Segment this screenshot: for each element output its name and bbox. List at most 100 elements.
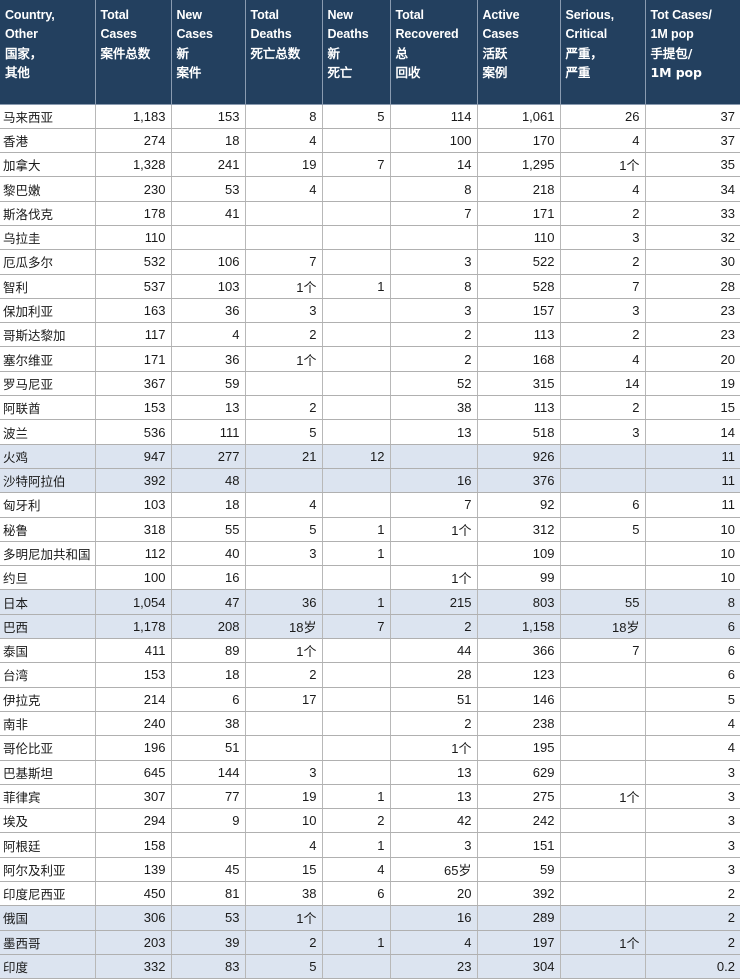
cell-total_deaths[interactable]: 2 [245,322,323,348]
cell-new_deaths[interactable]: 2 [322,808,391,834]
cell-new_cases[interactable]: 153 [171,104,246,129]
cell-active_cases[interactable]: 242 [477,808,561,834]
cell-active_cases[interactable]: 113 [477,395,561,421]
cell-total_recovered[interactable]: 13 [390,784,478,810]
cell-total_deaths[interactable] [245,371,323,397]
cell-total_deaths[interactable]: 7 [245,249,323,275]
cell-new_cases[interactable]: 40 [171,541,246,567]
cell-total_cases[interactable]: 645 [95,760,172,785]
cell-total_cases[interactable]: 103 [95,492,172,518]
cell-tot_cases_per_1m[interactable]: 28 [645,274,740,299]
table-row[interactable]: 伊拉克 214 6 17 51 146 5 [0,687,740,712]
cell-tot_cases_per_1m[interactable]: 6 [645,638,740,664]
cell-tot_cases_per_1m[interactable]: 6 [645,662,740,688]
cell-country[interactable]: 南非 [0,711,96,737]
cell-new_deaths[interactable] [322,249,391,275]
cell-total_deaths[interactable] [245,225,323,251]
cell-new_deaths[interactable] [322,298,391,324]
column-header-tot_cases_per_1m[interactable]: Tot Cases/1M pop 手提包/1M pop [645,0,740,105]
cell-total_recovered[interactable]: 3 [390,249,478,275]
cell-total_recovered[interactable]: 215 [390,589,478,615]
cell-country[interactable]: 阿尔及利亚 [0,857,96,883]
cell-new_deaths[interactable]: 1 [322,517,391,542]
column-header-total_recovered[interactable]: Total Recovered 总回收 [390,0,478,105]
table-row[interactable]: 马来西亚 1,183 153 8 5 114 1,061 26 37 [0,104,740,129]
cell-total_cases[interactable]: 171 [95,346,172,372]
cell-new_cases[interactable]: 208 [171,614,246,640]
table-row[interactable]: 塞尔维亚 171 36 1个 2 168 4 20 [0,346,740,372]
cell-total_deaths[interactable]: 19 [245,784,323,810]
cell-tot_cases_per_1m[interactable]: 23 [645,322,740,348]
cell-new_deaths[interactable] [322,225,391,251]
cell-active_cases[interactable]: 926 [477,444,561,469]
column-header-total_deaths[interactable]: Total Deaths 死亡总数 [245,0,323,105]
cell-total_recovered[interactable] [390,225,478,251]
table-row[interactable]: 香港 274 18 4 100 170 4 37 [0,128,740,154]
cell-total_recovered[interactable]: 44 [390,638,478,664]
cell-total_deaths[interactable]: 1个 [245,638,323,664]
cell-tot_cases_per_1m[interactable]: 11 [645,444,740,469]
cell-country[interactable]: 黎巴嫩 [0,176,96,202]
cell-active_cases[interactable]: 146 [477,687,561,712]
cell-total_recovered[interactable]: 28 [390,662,478,688]
cell-total_cases[interactable]: 230 [95,176,172,202]
cell-country[interactable]: 厄瓜多尔 [0,249,96,275]
cell-tot_cases_per_1m[interactable]: 37 [645,104,740,129]
cell-total_recovered[interactable]: 114 [390,104,478,129]
cell-total_recovered[interactable]: 16 [390,468,478,494]
cell-active_cases[interactable]: 109 [477,541,561,567]
cell-new_cases[interactable]: 4 [171,322,246,348]
cell-new_deaths[interactable] [322,905,391,931]
cell-new_cases[interactable]: 83 [171,954,246,979]
cell-active_cases[interactable]: 1,061 [477,104,561,129]
cell-total_deaths[interactable]: 3 [245,760,323,785]
column-header-country[interactable]: Country, Other 国家， 其他 [0,0,96,105]
cell-new_deaths[interactable] [322,954,391,979]
cell-new_cases[interactable]: 77 [171,784,246,810]
cell-total_cases[interactable]: 1,328 [95,152,172,178]
cell-active_cases[interactable]: 171 [477,201,561,226]
cell-active_cases[interactable]: 392 [477,881,561,907]
cell-total_recovered[interactable]: 51 [390,687,478,712]
cell-country[interactable]: 马来西亚 [0,104,96,129]
cell-total_deaths[interactable]: 17 [245,687,323,712]
cell-total_cases[interactable]: 203 [95,930,172,955]
table-row[interactable]: 加拿大 1,328 241 19 7 14 1,295 1个 35 [0,152,740,178]
cell-total_recovered[interactable]: 52 [390,371,478,397]
cell-country[interactable]: 香港 [0,128,96,154]
cell-total_recovered[interactable]: 1个 [390,735,478,761]
cell-country[interactable]: 加拿大 [0,152,96,178]
cell-tot_cases_per_1m[interactable]: 33 [645,201,740,226]
cell-total_cases[interactable]: 110 [95,225,172,251]
cell-total_cases[interactable]: 532 [95,249,172,275]
cell-total_cases[interactable]: 1,183 [95,104,172,129]
cell-serious_critical[interactable]: 7 [560,274,646,299]
cell-tot_cases_per_1m[interactable]: 10 [645,565,740,591]
cell-country[interactable]: 哥伦比亚 [0,735,96,761]
cell-new_deaths[interactable]: 7 [322,614,391,640]
cell-tot_cases_per_1m[interactable]: 2 [645,930,740,955]
cell-total_recovered[interactable]: 2 [390,711,478,737]
cell-total_recovered[interactable] [390,541,478,567]
cell-serious_critical[interactable] [560,468,646,494]
cell-total_deaths[interactable]: 10 [245,808,323,834]
table-row[interactable]: 匈牙利 103 18 4 7 92 6 11 [0,492,740,518]
cell-serious_critical[interactable]: 1个 [560,930,646,955]
column-header-serious_critical[interactable]: Serious, Critical 严重， 严重 [560,0,646,105]
cell-total_recovered[interactable]: 13 [390,419,478,445]
cell-new_cases[interactable]: 53 [171,176,246,202]
cell-serious_critical[interactable] [560,832,646,858]
table-row[interactable]: 阿尔及利亚 139 45 15 4 65岁 59 3 [0,857,740,883]
cell-new_deaths[interactable] [322,565,391,591]
cell-total_deaths[interactable]: 4 [245,492,323,518]
cell-total_deaths[interactable]: 2 [245,662,323,688]
cell-country[interactable]: 阿联酋 [0,395,96,421]
cell-total_deaths[interactable]: 3 [245,298,323,324]
cell-serious_critical[interactable]: 3 [560,298,646,324]
cell-new_cases[interactable]: 144 [171,760,246,785]
cell-tot_cases_per_1m[interactable]: 3 [645,857,740,883]
cell-total_cases[interactable]: 100 [95,565,172,591]
table-row[interactable]: 菲律宾 307 77 19 1 13 275 1个 3 [0,784,740,810]
table-row[interactable]: 日本 1,054 47 36 1 215 803 55 8 [0,589,740,615]
cell-total_deaths[interactable]: 4 [245,176,323,202]
